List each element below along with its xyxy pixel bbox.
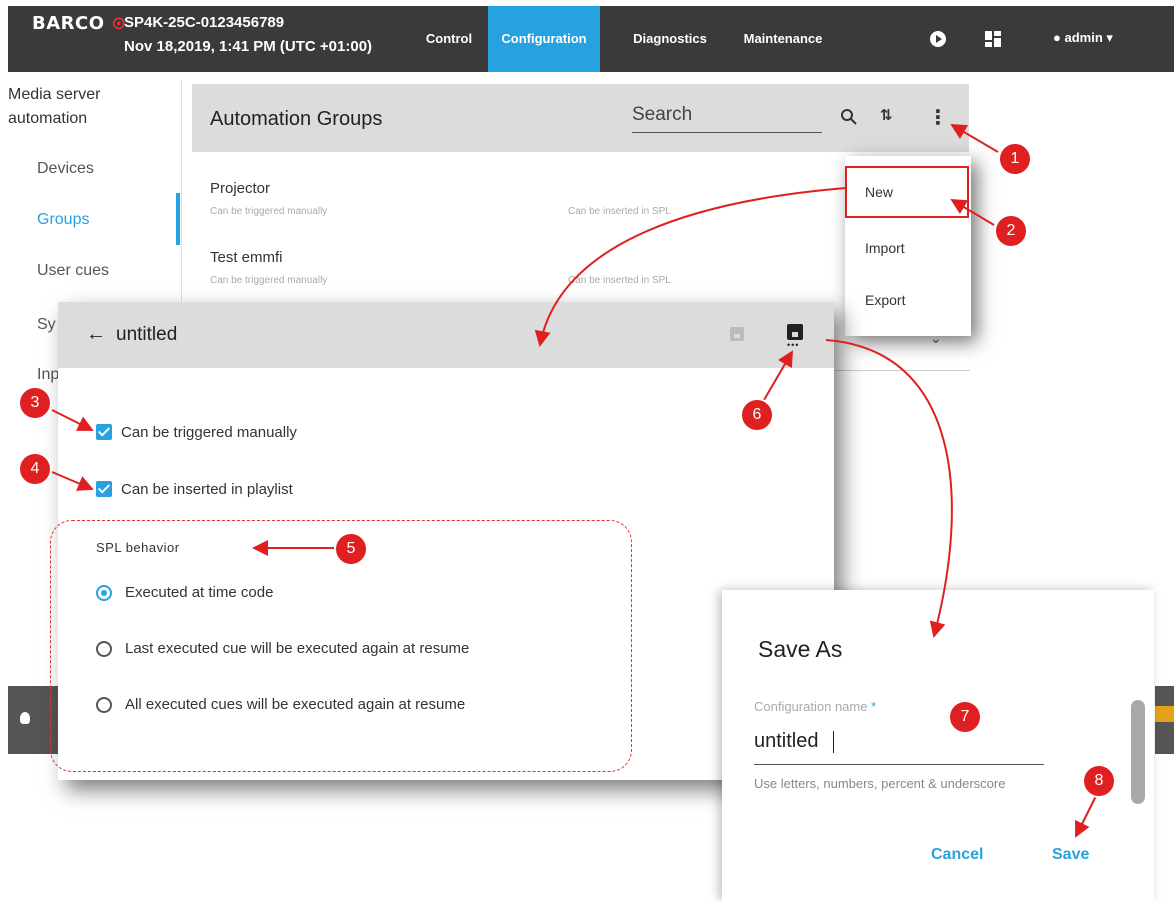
callout-4: 4 bbox=[18, 452, 52, 486]
callout-1: 1 bbox=[998, 142, 1032, 176]
callout-2: 2 bbox=[994, 214, 1028, 248]
callout-5: 5 bbox=[334, 532, 368, 566]
callout-7: 7 bbox=[948, 700, 982, 734]
callout-6: 6 bbox=[740, 398, 774, 432]
callout-8: 8 bbox=[1082, 764, 1116, 798]
callout-3: 3 bbox=[18, 386, 52, 420]
annotation-arrows bbox=[51, 123, 1097, 838]
